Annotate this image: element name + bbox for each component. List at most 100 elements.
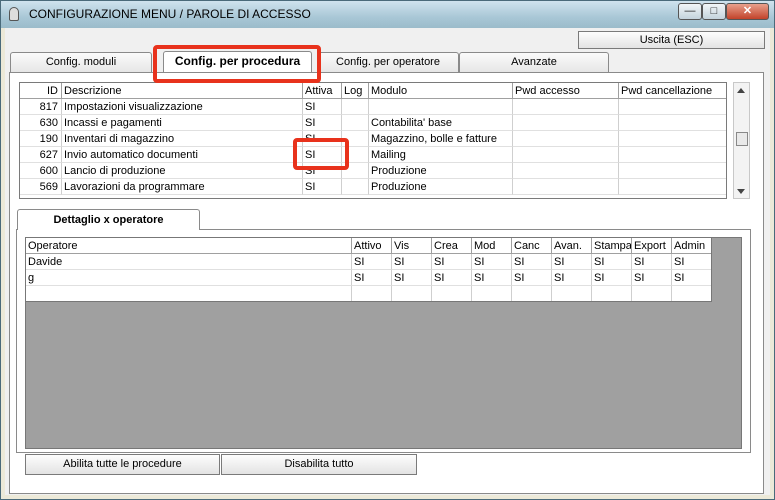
column-header-vis[interactable]: Vis: [392, 238, 432, 254]
operator-cell-export[interactable]: [632, 286, 672, 301]
tab-avanzate[interactable]: Avanzate: [459, 52, 609, 72]
operator-cell-crea[interactable]: SI: [432, 254, 472, 270]
scroll-up-icon[interactable]: [737, 88, 745, 93]
column-header-pwd-accesso[interactable]: Pwd accesso: [513, 83, 619, 99]
operators-grid[interactable]: Operatore Attivo Vis Crea Mod Canc Avan. Stampa…: [26, 238, 712, 302]
operator-cell-admin[interactable]: SI: [672, 254, 711, 270]
cell-modulo[interactable]: Produzione: [369, 179, 513, 195]
operator-cell-operatore[interactable]: g: [26, 270, 352, 286]
tab-dettaglio-operatore[interactable]: Dettaglio x operatore: [17, 209, 200, 230]
cell-modulo[interactable]: Produzione: [369, 163, 513, 179]
cell-descrizione[interactable]: Lancio di produzione: [62, 163, 303, 179]
tab-config-moduli[interactable]: Config. moduli: [10, 52, 152, 72]
column-header-operatore[interactable]: Operatore: [26, 238, 352, 254]
tab-config-per-operatore[interactable]: Config. per operatore: [317, 52, 459, 72]
cell-modulo[interactable]: Contabilita' base: [369, 115, 513, 131]
operator-cell-avan[interactable]: [552, 286, 592, 301]
cell-pwd-cancellazione[interactable]: [619, 179, 726, 195]
title-bar[interactable]: CONFIGURAZIONE MENU / PAROLE DI ACCESSO …: [1, 1, 774, 28]
cell-attiva[interactable]: SI: [303, 99, 342, 115]
cell-pwd-accesso[interactable]: [513, 147, 619, 163]
operator-cell-canc[interactable]: [512, 286, 552, 301]
operator-cell-crea[interactable]: [432, 286, 472, 301]
cell-attiva[interactable]: SI: [303, 179, 342, 195]
operator-cell-mod[interactable]: SI: [472, 254, 512, 270]
cell-modulo[interactable]: Mailing: [369, 147, 513, 163]
operator-cell-operatore[interactable]: [26, 286, 352, 301]
column-header-canc[interactable]: Canc: [512, 238, 552, 254]
exit-button[interactable]: Uscita (ESC): [578, 31, 765, 49]
column-header-modulo[interactable]: Modulo: [369, 83, 513, 99]
procedures-grid[interactable]: ID Descrizione Attiva Log Modulo Pwd acc…: [19, 82, 727, 199]
operator-cell-stampa[interactable]: SI: [592, 270, 632, 286]
cell-log[interactable]: [342, 99, 369, 115]
operator-cell-operatore[interactable]: Davide: [26, 254, 352, 270]
operator-cell-admin[interactable]: [672, 286, 711, 301]
cell-attiva[interactable]: SI: [303, 115, 342, 131]
cell-id[interactable]: 630: [20, 115, 62, 131]
cell-descrizione[interactable]: Impostazioni visualizzazione: [62, 99, 303, 115]
cell-id[interactable]: 569: [20, 179, 62, 195]
operator-cell-avan[interactable]: SI: [552, 270, 592, 286]
column-header-export[interactable]: Export: [632, 238, 672, 254]
cell-log[interactable]: [342, 179, 369, 195]
operator-cell-export[interactable]: SI: [632, 254, 672, 270]
operator-cell-admin[interactable]: SI: [672, 270, 711, 286]
maximize-button[interactable]: □: [702, 3, 726, 20]
cell-descrizione[interactable]: Invio automatico documenti: [62, 147, 303, 163]
operator-cell-attivo[interactable]: [352, 286, 392, 301]
cell-pwd-cancellazione[interactable]: [619, 131, 726, 147]
cell-modulo[interactable]: Magazzino, bolle e fatture: [369, 131, 513, 147]
column-header-attiva[interactable]: Attiva: [303, 83, 342, 99]
disable-all-button[interactable]: Disabilita tutto: [221, 454, 417, 475]
cell-pwd-accesso[interactable]: [513, 115, 619, 131]
column-header-crea[interactable]: Crea: [432, 238, 472, 254]
operator-cell-export[interactable]: SI: [632, 270, 672, 286]
operator-cell-attivo[interactable]: SI: [352, 270, 392, 286]
operator-cell-avan[interactable]: SI: [552, 254, 592, 270]
column-header-avan[interactable]: Avan.: [552, 238, 592, 254]
cell-id[interactable]: 190: [20, 131, 62, 147]
cell-log[interactable]: [342, 115, 369, 131]
column-header-log[interactable]: Log: [342, 83, 369, 99]
cell-pwd-cancellazione[interactable]: [619, 115, 726, 131]
scroll-down-icon[interactable]: [737, 189, 745, 194]
cell-descrizione[interactable]: Lavorazioni da programmare: [62, 179, 303, 195]
cell-pwd-accesso[interactable]: [513, 99, 619, 115]
cell-id[interactable]: 600: [20, 163, 62, 179]
operator-cell-mod[interactable]: [472, 286, 512, 301]
operator-cell-vis[interactable]: SI: [392, 254, 432, 270]
column-header-stampa[interactable]: Stampa: [592, 238, 632, 254]
cell-descrizione[interactable]: Incassi e pagamenti: [62, 115, 303, 131]
cell-id[interactable]: 817: [20, 99, 62, 115]
scroll-thumb[interactable]: [736, 132, 748, 146]
cell-pwd-accesso[interactable]: [513, 179, 619, 195]
operator-cell-canc[interactable]: SI: [512, 254, 552, 270]
cell-pwd-cancellazione[interactable]: [619, 99, 726, 115]
cell-pwd-cancellazione[interactable]: [619, 163, 726, 179]
column-header-mod[interactable]: Mod: [472, 238, 512, 254]
column-header-pwd-cancellazione[interactable]: Pwd cancellazione: [619, 83, 726, 99]
operator-cell-canc[interactable]: SI: [512, 270, 552, 286]
operator-cell-stampa[interactable]: [592, 286, 632, 301]
close-button[interactable]: ✕: [726, 3, 769, 20]
cell-pwd-accesso[interactable]: [513, 131, 619, 147]
operator-cell-attivo[interactable]: SI: [352, 254, 392, 270]
operator-cell-crea[interactable]: SI: [432, 270, 472, 286]
minimize-button[interactable]: —: [678, 3, 702, 20]
cell-pwd-accesso[interactable]: [513, 163, 619, 179]
operator-cell-stampa[interactable]: SI: [592, 254, 632, 270]
column-header-id[interactable]: ID: [20, 83, 62, 99]
cell-pwd-cancellazione[interactable]: [619, 147, 726, 163]
procedures-scrollbar[interactable]: [733, 82, 750, 199]
operator-cell-mod[interactable]: SI: [472, 270, 512, 286]
enable-all-procedures-button[interactable]: Abilita tutte le procedure: [25, 454, 220, 475]
cell-descrizione[interactable]: Inventari di magazzino: [62, 131, 303, 147]
column-header-admin[interactable]: Admin: [672, 238, 711, 254]
column-header-descrizione[interactable]: Descrizione: [62, 83, 303, 99]
operator-cell-vis[interactable]: [392, 286, 432, 301]
cell-modulo[interactable]: [369, 99, 513, 115]
cell-id[interactable]: 627: [20, 147, 62, 163]
operator-cell-vis[interactable]: SI: [392, 270, 432, 286]
column-header-attivo[interactable]: Attivo: [352, 238, 392, 254]
